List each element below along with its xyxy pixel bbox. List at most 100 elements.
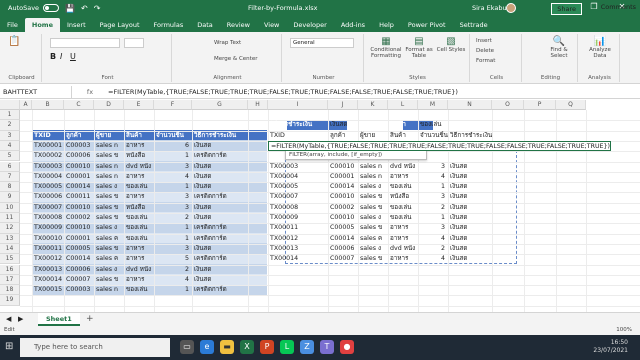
column-header-o[interactable]: O	[492, 100, 524, 110]
criteria-pay-value[interactable]: เงินสด	[328, 120, 358, 130]
table-cell[interactable]: C00010	[64, 203, 94, 213]
conditional-formatting-button[interactable]: ▦ Conditional Formatting	[370, 36, 402, 59]
result-cell[interactable]: sales n	[358, 162, 388, 172]
result-cell[interactable]: TX00012	[268, 234, 328, 244]
table-cell[interactable]: 5	[154, 254, 192, 264]
table-cell[interactable]: อาหาร	[124, 172, 154, 182]
tab-formulas[interactable]: Formulas	[147, 21, 191, 32]
result-cell[interactable]: อาหาร	[388, 172, 418, 182]
table-cell[interactable]: TX00010	[32, 234, 64, 244]
table-cell[interactable]: dvd หนัง	[124, 162, 154, 172]
name-box[interactable]: BAHTTEXT	[0, 85, 72, 98]
row-header[interactable]: 12	[0, 223, 20, 234]
formula-edit-cell[interactable]: =FILTER(MyTable,{TRUE;FALSE;TRUE;TRUE;TR…	[268, 140, 612, 152]
redo-icon[interactable]: ↷	[94, 4, 101, 13]
result-cell[interactable]: TX00014	[268, 254, 328, 264]
row-header[interactable]: 2	[0, 120, 20, 131]
table-cell[interactable]: เงินสด	[192, 182, 248, 192]
table-cell[interactable]: sales ข	[94, 244, 124, 254]
formula-input[interactable]: =FILTER(MyTable,{TRUE;FALSE;TRUE;TRUE;TR…	[108, 88, 458, 96]
table-header-cell[interactable]: วิธีการชำระเงิน	[192, 131, 248, 141]
table-cell[interactable]: อาหาร	[124, 275, 154, 285]
result-cell[interactable]: C00006	[328, 244, 358, 254]
result-cell[interactable]: sales n	[358, 172, 388, 182]
table-cell[interactable]: ของเล่น	[124, 182, 154, 192]
result-cell[interactable]: 3	[418, 162, 448, 172]
row-header[interactable]: 11	[0, 213, 20, 224]
table-cell[interactable]: TX00011	[32, 244, 64, 254]
result-cell[interactable]: อาหาร	[388, 234, 418, 244]
table-header-cell[interactable]: สินค้า	[124, 131, 154, 141]
table-cell[interactable]: TX00004	[32, 172, 64, 182]
table-cell[interactable]: หนังสือ	[124, 203, 154, 213]
table-cell[interactable]: 1	[154, 223, 192, 233]
analyze-data-button[interactable]: 📊 Analyze Data	[584, 36, 616, 59]
result-cell[interactable]: dvd หนัง	[388, 244, 418, 254]
table-cell[interactable]: เงินสด	[192, 244, 248, 254]
excel-icon[interactable]: X	[240, 340, 254, 354]
table-header-cell[interactable]: จำนวนชิ้น	[154, 131, 192, 141]
table-cell[interactable]: เครดิตการ์ด	[192, 223, 248, 233]
result-cell[interactable]: 3	[418, 192, 448, 202]
result-cell[interactable]: sales ข	[358, 254, 388, 264]
result-header-cell[interactable]: ลูกค้า	[328, 131, 358, 141]
result-cell[interactable]: 4	[418, 234, 448, 244]
taskbar-search[interactable]: Type here to search	[20, 338, 170, 357]
result-cell[interactable]: 1	[418, 213, 448, 223]
result-cell[interactable]: หนังสือ	[388, 192, 418, 202]
tab-home[interactable]: Home	[24, 18, 60, 32]
tab-page-layout[interactable]: Page Layout	[93, 21, 147, 32]
table-cell[interactable]: 1	[154, 182, 192, 192]
table-cell[interactable]: sales ค	[94, 234, 124, 244]
fx-icon[interactable]: fx	[72, 88, 108, 96]
table-cell[interactable]: เงินสด	[192, 172, 248, 182]
table-cell[interactable]: เงินสด	[192, 141, 248, 151]
table-cell[interactable]: TX00012	[32, 254, 64, 264]
result-cell[interactable]: sales ง	[358, 213, 388, 223]
result-cell[interactable]: sales ค	[358, 234, 388, 244]
column-header-e[interactable]: E	[124, 100, 154, 110]
result-header-cell[interactable]: สินค้า	[388, 131, 418, 141]
table-cell[interactable]: TX00015	[32, 285, 64, 295]
row-header[interactable]: 10	[0, 202, 20, 213]
column-header-f[interactable]: F	[154, 100, 192, 110]
table-cell[interactable]: dvd หนัง	[124, 265, 154, 275]
column-header-c[interactable]: C	[64, 100, 94, 110]
file-explorer-icon[interactable]: ▬	[220, 340, 234, 354]
result-cell[interactable]: เงินสด	[448, 162, 492, 172]
worksheet-grid[interactable]: A B C D E F G H I J K L M N O P Q 1 2 3 4 5 6 7 8 9 10 11 12 13 14 15 16…	[0, 100, 640, 312]
row-header[interactable]: 17	[0, 274, 20, 286]
table-cell[interactable]: 1	[154, 234, 192, 244]
result-cell[interactable]: อาหาร	[388, 223, 418, 233]
row-header[interactable]: 8	[0, 182, 20, 193]
row-header[interactable]: 16	[0, 264, 20, 275]
paste-button[interactable]: 📋	[8, 36, 20, 47]
prev-sheet-icon[interactable]: ◀	[6, 315, 11, 323]
windows-start-icon[interactable]: ⊞	[5, 341, 13, 352]
table-cell[interactable]: อาหาร	[124, 192, 154, 202]
result-cell[interactable]: TX00013	[268, 244, 328, 254]
result-header-cell[interactable]: ผู้ขาย	[358, 131, 388, 141]
column-header-h[interactable]: H	[248, 100, 268, 110]
table-cell[interactable]: 1	[154, 285, 192, 295]
task-view-icon[interactable]: ▭	[180, 340, 194, 354]
sheet-tab[interactable]: Sheet1	[38, 313, 80, 326]
result-cell[interactable]: C00005	[328, 223, 358, 233]
column-header-i[interactable]: I	[268, 100, 328, 110]
table-cell[interactable]: C00005	[64, 244, 94, 254]
table-cell[interactable]: C00002	[64, 213, 94, 223]
result-cell[interactable]: 1	[418, 182, 448, 192]
table-cell[interactable]: C00014	[64, 182, 94, 192]
share-button[interactable]: Share	[551, 3, 582, 15]
result-cell[interactable]: ของเล่น	[388, 182, 418, 192]
result-cell[interactable]: 2	[418, 203, 448, 213]
result-cell[interactable]: C00010	[328, 162, 358, 172]
column-header-q[interactable]: Q	[556, 100, 586, 110]
row-header[interactable]: 5	[0, 151, 20, 162]
table-cell[interactable]: 3	[154, 244, 192, 254]
column-header-l[interactable]: L	[388, 100, 418, 110]
result-cell[interactable]: dvd หนัง	[388, 162, 418, 172]
line-icon[interactable]: L	[280, 340, 294, 354]
table-cell[interactable]: เงินสด	[192, 275, 248, 285]
table-cell[interactable]: TX00008	[32, 213, 64, 223]
